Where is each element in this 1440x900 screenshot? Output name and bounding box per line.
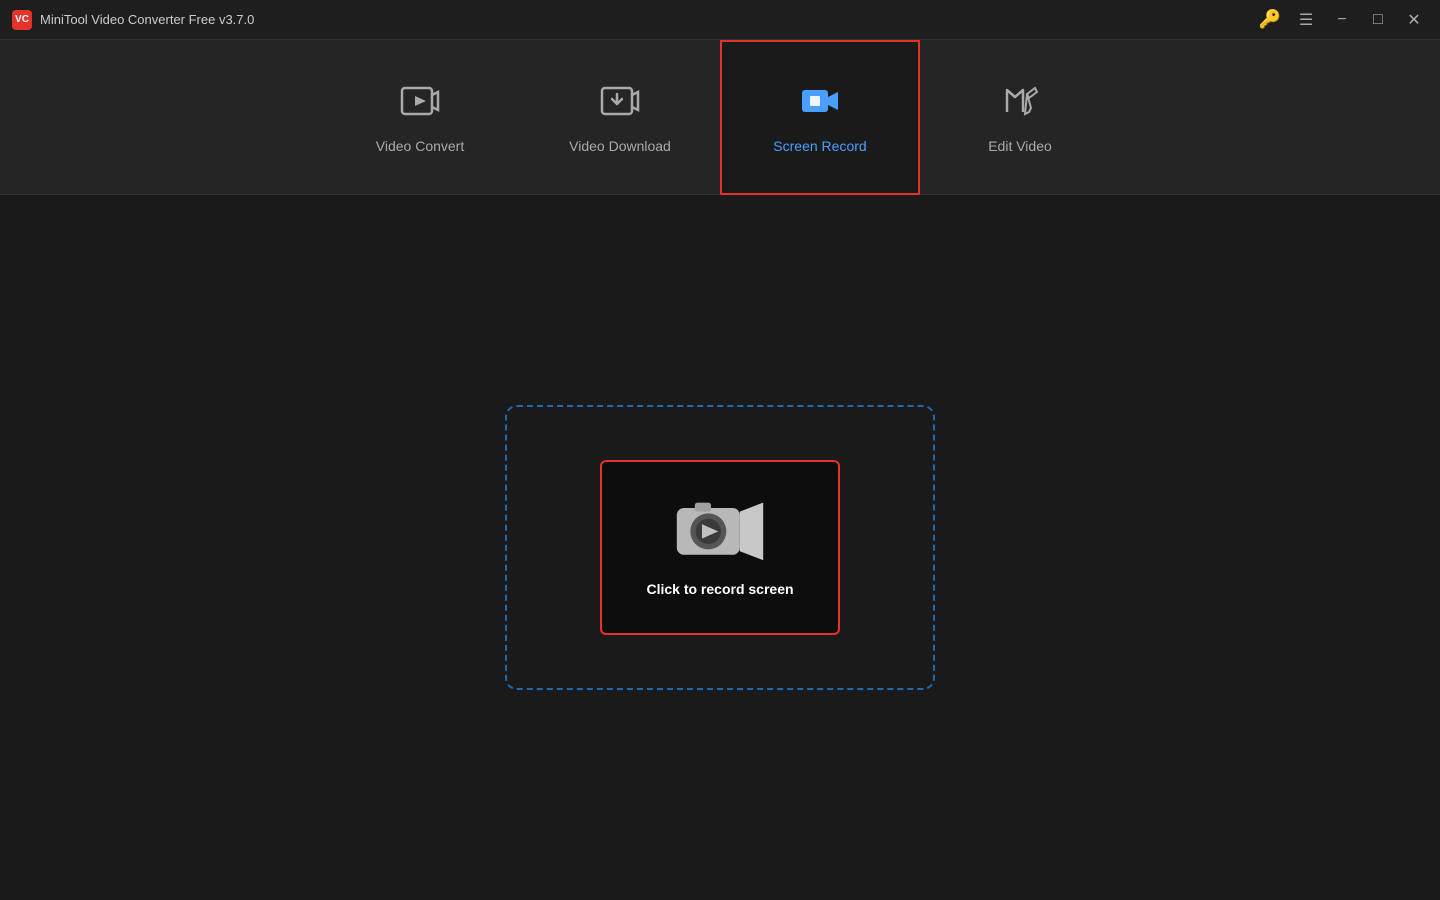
maximize-btn[interactable]: □ [1364, 6, 1392, 34]
minimize-btn[interactable]: − [1328, 6, 1356, 34]
menu-icon: ☰ [1299, 10, 1313, 30]
video-convert-label: Video Convert [376, 138, 464, 154]
record-container: Click to record screen [505, 405, 935, 690]
screen-record-label: Screen Record [773, 138, 866, 154]
screen-record-icon [799, 80, 841, 128]
record-screen-button[interactable]: Click to record screen [600, 460, 840, 635]
title-bar-left: VC MiniTool Video Converter Free v3.7.0 [12, 10, 254, 30]
menu-btn[interactable]: ☰ [1292, 6, 1320, 34]
video-convert-icon [399, 80, 441, 128]
app-title: MiniTool Video Converter Free v3.7.0 [40, 12, 254, 27]
video-download-icon [599, 80, 641, 128]
nav-item-video-download[interactable]: Video Download [520, 40, 720, 195]
nav-item-video-convert[interactable]: Video Convert [320, 40, 520, 195]
edit-video-icon [999, 80, 1041, 128]
main-content: Click to record screen [0, 195, 1440, 900]
title-bar-controls: 🔑 ☰ − □ ✕ [1256, 6, 1428, 34]
record-screen-label: Click to record screen [646, 581, 793, 597]
nav-item-edit-video[interactable]: Edit Video [920, 40, 1120, 195]
key-btn[interactable]: 🔑 [1256, 6, 1284, 34]
minimize-icon: − [1337, 11, 1346, 29]
app-logo: VC [12, 10, 32, 30]
edit-video-label: Edit Video [988, 138, 1052, 154]
close-icon: ✕ [1407, 10, 1420, 30]
key-icon: 🔑 [1259, 9, 1281, 30]
nav-bar: Video Convert Video Download Screen Reco… [0, 40, 1440, 195]
close-btn[interactable]: ✕ [1400, 6, 1428, 34]
maximize-icon: □ [1373, 11, 1383, 29]
camera-icon [675, 498, 765, 563]
title-bar: VC MiniTool Video Converter Free v3.7.0 … [0, 0, 1440, 40]
video-download-label: Video Download [569, 138, 671, 154]
nav-item-screen-record[interactable]: Screen Record [720, 40, 920, 195]
